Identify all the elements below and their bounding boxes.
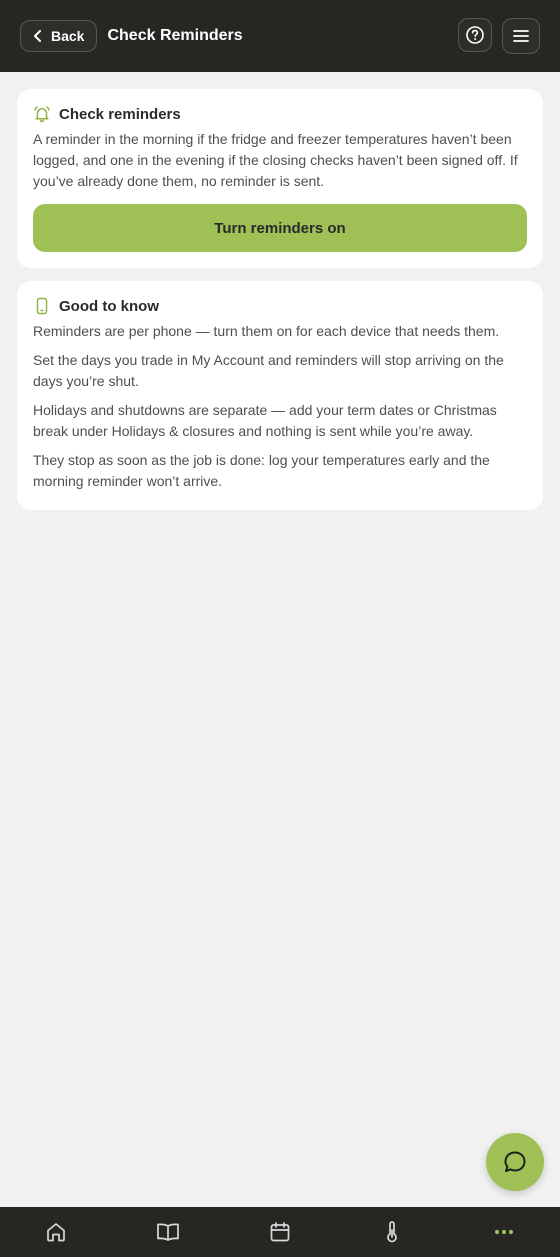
- home-icon: [47, 1223, 65, 1242]
- reminders-description: A reminder in the morning if the fridge …: [33, 131, 518, 189]
- book-icon: [157, 1223, 179, 1241]
- nav-temperature[interactable]: [362, 1207, 422, 1257]
- nav-home[interactable]: [26, 1207, 86, 1257]
- chevron-left-icon: [34, 30, 41, 42]
- good-to-know-card: Good to know Reminders are per phone — t…: [17, 281, 543, 510]
- phone-icon: [33, 297, 51, 315]
- page-title: Check Reminders: [107, 27, 243, 44]
- nav-calendar[interactable]: [250, 1207, 310, 1257]
- chat-button[interactable]: [486, 1133, 544, 1191]
- tip-item: Set the days you trade in My Account and…: [33, 352, 504, 389]
- help-circle-icon: [466, 26, 484, 44]
- bottom-nav: [0, 1207, 560, 1257]
- top-header: Back Check Reminders: [0, 0, 560, 72]
- hamburger-menu-icon: [513, 30, 529, 42]
- back-button[interactable]: Back: [20, 20, 98, 52]
- more-dots-icon: [494, 1229, 514, 1235]
- good-to-know-title: Good to know: [59, 297, 159, 315]
- calendar-icon: [270, 1222, 290, 1242]
- thermometer-icon: [387, 1221, 397, 1243]
- turn-reminders-on-button[interactable]: Turn reminders on: [33, 204, 527, 252]
- nav-book[interactable]: [138, 1207, 198, 1257]
- chat-bubble-icon: [504, 1151, 526, 1172]
- help-button[interactable]: [458, 18, 492, 52]
- nav-more[interactable]: [474, 1207, 534, 1257]
- bell-icon: [33, 105, 51, 123]
- tip-item: Reminders are per phone — turn them on f…: [33, 323, 500, 339]
- back-button-label: Back: [51, 28, 85, 44]
- menu-button[interactable]: [502, 18, 540, 54]
- reminders-card-title: Check reminders: [59, 105, 181, 123]
- tip-item: They stop as soon as the job is done: lo…: [33, 452, 490, 489]
- reminders-card: Check reminders A reminder in the mornin…: [17, 89, 543, 268]
- tip-item: Holidays and shutdowns are separate — ad…: [33, 402, 497, 439]
